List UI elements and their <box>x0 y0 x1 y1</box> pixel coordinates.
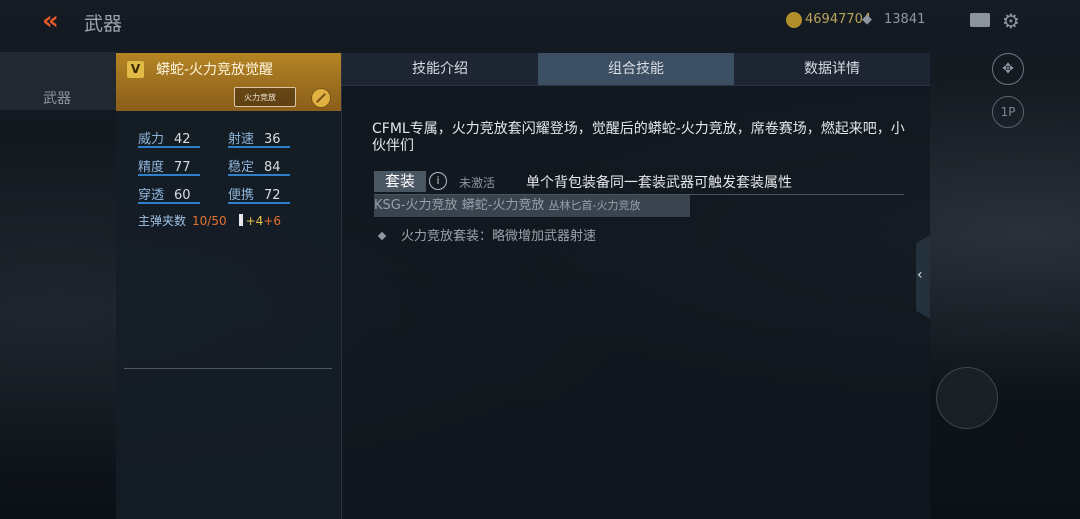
sidebar-item-weapons[interactable]: 武器 <box>0 52 116 110</box>
weapon-panel: V 蟒蛇-火力竞放觉醒 火力竞放 威力 42 射速 36 精度 77 稳定 84 穿透 6… <box>116 53 342 519</box>
detail-panel: 技能介绍 组合技能 数据详情 CFML专属，火力竞放套闪耀登场，觉醒后的蟒蛇-火… <box>342 53 930 519</box>
stat-portability: 便携 72 <box>228 188 281 203</box>
sidebar-item-label: 武器 <box>43 91 71 107</box>
ammo-value: 10/50 <box>192 214 227 228</box>
vip-badge: V <box>127 61 144 78</box>
ammo-info: 主弹夹数 10/50 +4+6 <box>138 214 282 228</box>
stat-bar <box>228 146 290 148</box>
ammo-bonus: +6 <box>263 214 282 228</box>
set-weapon: 蟒蛇-火力竞放 <box>461 198 545 213</box>
set-tag: 套装 <box>374 171 426 192</box>
chevron-left-icon: ‹ <box>917 267 923 283</box>
stat-bar <box>138 202 200 204</box>
diamond-currency-icon: ◆ <box>862 12 872 27</box>
tab-data-details[interactable]: 数据详情 <box>734 53 930 86</box>
set-weapon: 丛林匕首-火力竞放 <box>548 199 641 212</box>
stat-accuracy: 精度 77 <box>138 160 191 175</box>
back-arrow-icon[interactable]: « <box>42 8 72 34</box>
stat-fire-rate: 射速 36 <box>228 132 281 147</box>
info-icon[interactable]: i <box>429 172 447 190</box>
weapon-name: 蟒蛇-火力竞放觉醒 <box>156 62 274 78</box>
currency-secondary: 13841 <box>884 12 926 27</box>
weapon-header: V 蟒蛇-火力竞放觉醒 火力竞放 <box>116 53 341 111</box>
tab-skill-intro[interactable]: 技能介绍 <box>342 53 538 86</box>
set-status: 未激活 <box>459 176 496 190</box>
stat-bar <box>228 174 290 176</box>
expand-panel-button[interactable]: ‹ <box>916 235 930 319</box>
forbidden-icon[interactable] <box>311 88 331 108</box>
stat-stability: 稳定 84 <box>228 160 281 175</box>
weapon-skin-label: 火力竞放 <box>244 93 276 102</box>
mail-icon[interactable] <box>970 13 990 27</box>
stat-power: 威力 42 <box>138 132 191 147</box>
set-bonus: 火力竞放套装：略微增加武器射速 <box>377 225 596 244</box>
bullet-icon <box>238 214 243 226</box>
stat-penetration: 穿透 60 <box>138 188 191 203</box>
first-person-button[interactable]: 1P <box>992 96 1024 128</box>
stat-bar <box>138 174 200 176</box>
set-weapons-list: KSG-火力竞放 蟒蛇-火力竞放 丛林匕首-火力竞放 <box>374 195 690 217</box>
set-description: 单个背包装备同一套装武器可触发套装属性 <box>526 175 792 191</box>
knife-dial-icon[interactable] <box>936 367 998 429</box>
top-bar: « 武器 46947704 ◆ 13841 ⚙ <box>0 0 1080 44</box>
bullet-diamond-icon <box>377 231 387 241</box>
gear-icon[interactable]: ⚙ <box>1002 9 1020 33</box>
stat-bar <box>138 146 200 148</box>
tab-combo-skill[interactable]: 组合技能 <box>538 53 734 86</box>
weapon-description: CFML专属，火力竞放套闪耀登场，觉醒后的蟒蛇-火力竞放，席卷赛场，燃起来吧，小… <box>372 121 905 154</box>
coin-icon <box>786 12 802 28</box>
dpad-icon[interactable]: ✥ <box>992 53 1024 85</box>
ammo-label: 主弹夹数 <box>138 214 187 228</box>
page-title: 武器 <box>84 13 123 35</box>
divider <box>124 368 332 369</box>
set-row: 套装 i 未激活 单个背包装备同一套装武器可触发套装属性 <box>374 170 904 195</box>
set-weapon: KSG-火力竞放 <box>374 198 458 213</box>
stat-bar <box>228 202 290 204</box>
